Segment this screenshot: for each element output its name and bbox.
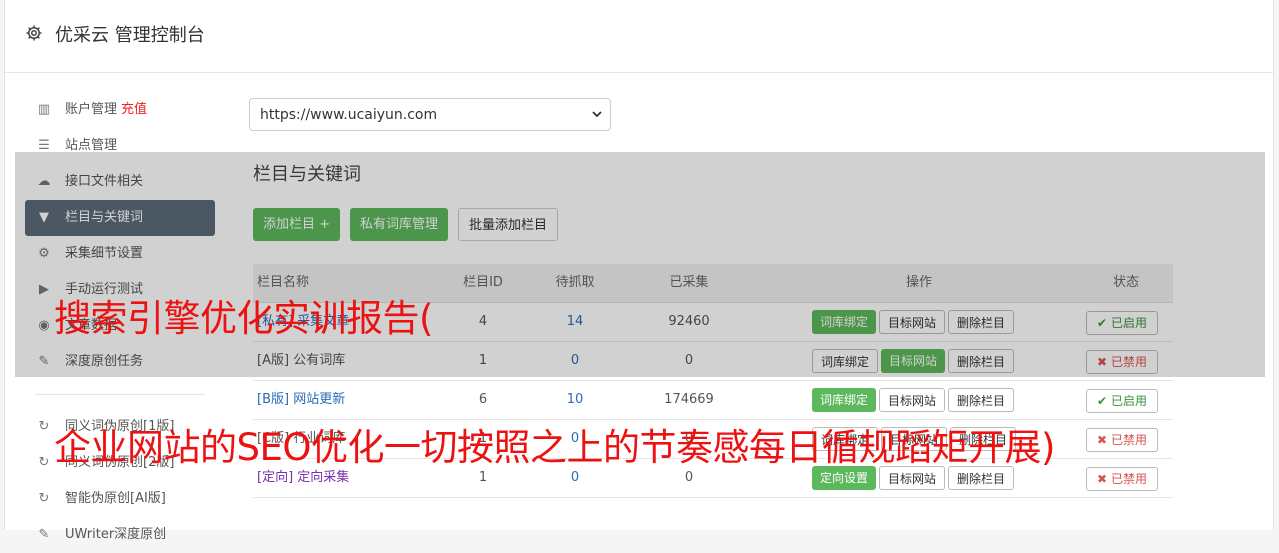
overlay-subline: 企业网站的SEO优化一切按照之上的节奏感每日循规蹈矩开展) — [54, 426, 1055, 469]
recharge-link[interactable]: 充值 — [121, 102, 147, 117]
sidebar-item-label: 站点管理 — [65, 138, 118, 153]
status-label: 已启用 — [1110, 394, 1147, 408]
refresh-icon: ↻ — [38, 455, 50, 470]
close-icon: ✖ — [1097, 472, 1108, 486]
sidebar-item-uwriter[interactable]: ✎ UWriter深度原创 — [25, 517, 215, 553]
refresh-icon: ↻ — [38, 491, 50, 506]
status-label: 已禁用 — [1110, 433, 1147, 447]
app-header: 优采云 管理控制台 — [5, 0, 1273, 73]
target-site-button[interactable]: 目标网站 — [879, 387, 946, 412]
site-select[interactable]: https://www.ucaiyun.com — [249, 98, 611, 131]
column-done: 174669 — [664, 392, 714, 407]
bind-lib-button[interactable]: 词库绑定 — [812, 387, 877, 412]
column-title: 定向采集 — [297, 470, 350, 485]
status-badge[interactable]: ✖ 已禁用 — [1086, 428, 1158, 452]
chevron-down-icon — [592, 111, 602, 118]
status-label: 已禁用 — [1110, 472, 1147, 486]
sidebar-item-label: 智能伪原创[AI版] — [65, 491, 166, 506]
site-select-value: https://www.ucaiyun.com — [260, 107, 438, 123]
sidebar-item-account[interactable]: ▥ 账户管理 充值 — [25, 92, 215, 128]
row-actions: 词库绑定 目标网站 删除栏目 — [812, 381, 1032, 419]
bar-chart-icon: ▥ — [37, 102, 51, 117]
column-id: 6 — [478, 392, 488, 407]
gear-icon — [26, 25, 42, 41]
column-pending[interactable]: 10 — [543, 381, 607, 419]
refresh-icon: ↻ — [38, 419, 50, 434]
column-tag: [B版] — [257, 392, 290, 407]
column-name[interactable]: [B版] 网站更新 — [257, 381, 345, 419]
app-title: 优采云 管理控制台 — [55, 25, 205, 46]
status-badge[interactable]: ✖ 已禁用 — [1086, 467, 1158, 491]
table-row: [B版] 网站更新 6 10 174669 词库绑定 目标网站 删除栏目 ✔ 已启用 — [253, 381, 1173, 420]
overlay-headline: 搜索引擎优化实训报告( — [54, 297, 433, 340]
sidebar-item-ai-rewrite[interactable]: ↻ 智能伪原创[AI版] — [25, 481, 215, 517]
column-title: 网站更新 — [293, 392, 346, 407]
close-icon: ✖ — [1097, 433, 1108, 447]
edit-icon: ✎ — [38, 527, 50, 542]
dim-overlay — [15, 152, 1265, 377]
check-icon: ✔ — [1097, 394, 1108, 408]
sidebar-item-label: UWriter深度原创 — [65, 527, 167, 542]
status-badge[interactable]: ✔ 已启用 — [1086, 389, 1158, 413]
sidebar-item-label: 账户管理 — [65, 102, 118, 117]
delete-column-button[interactable]: 删除栏目 — [948, 387, 1015, 412]
column-tag: [定向] — [257, 470, 294, 485]
sidebar-divider — [35, 394, 205, 395]
